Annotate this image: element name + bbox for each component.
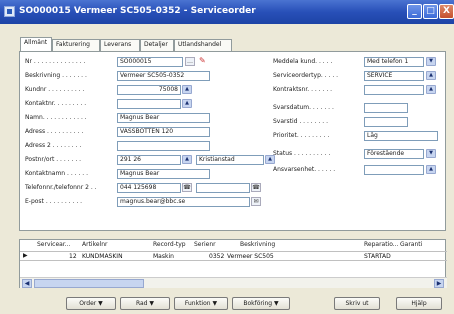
assist-edit-icon[interactable]: … (185, 57, 195, 66)
column-header[interactable]: Garanti (400, 241, 422, 248)
ansvarsenhet-label: Ansvarsenhet. . . . . . (273, 166, 336, 173)
postnr-label: Postnr/ort . . . . . . . (25, 156, 82, 163)
kundnr-lookup-button[interactable]: ▲ (182, 85, 192, 94)
kontaktnamn-field[interactable]: Magnus Bear (117, 169, 210, 179)
table-cell[interactable]: STARTAD (364, 253, 391, 260)
window-title: SO000015 Vermeer SC505-0352 - Serviceord… (19, 6, 256, 16)
svarstid-field[interactable] (364, 117, 408, 127)
email-icon[interactable]: ✉ (251, 197, 261, 206)
namn-label: Namn. . . . . . . . . . . . (25, 114, 87, 121)
table-cell[interactable]: 12 (69, 253, 77, 260)
close-button[interactable]: X (439, 4, 454, 19)
serviceordertyp-field[interactable]: SERVICE (364, 71, 424, 81)
telefon-label: Telefonnr./telefonnr 2 . . (25, 184, 97, 191)
skriv-ut-button[interactable]: Skriv ut (334, 297, 380, 310)
svarsdatum-field[interactable] (364, 103, 408, 113)
kontaktnr-label: Kontaktnr. . . . . . . . . (25, 100, 87, 107)
kontraktsnr-field[interactable] (364, 85, 424, 95)
svarsdatum-label: Svarsdatum. . . . . . . (273, 104, 334, 111)
ansvarsenhet-lookup-button[interactable]: ▲ (426, 165, 436, 174)
status-dropdown-icon[interactable]: ▼ (426, 149, 436, 158)
status-select[interactable]: Förestående (364, 149, 424, 159)
funktion-button-label: Funktion (184, 300, 211, 307)
tab-fakturering[interactable]: Fakturering (52, 39, 100, 51)
table-cell[interactable]: Vermeer SC505 (227, 253, 274, 260)
prioritet-field[interactable]: Låg (364, 131, 438, 141)
service-order-window: SO000015 Vermeer SC505-0352 - Serviceord… (0, 0, 454, 314)
telefon-field[interactable]: 044 125698 (117, 183, 181, 193)
column-header[interactable]: Serienr (194, 241, 216, 248)
svarstid-label: Svarstid . . . . . . . . (273, 118, 328, 125)
pencil-icon[interactable]: ✎ (199, 56, 207, 66)
order-button-label: Order (79, 300, 97, 307)
serviceordertyp-lookup-button[interactable]: ▲ (426, 71, 436, 80)
beskrivning-field[interactable]: Vermeer SC505-0352 (117, 71, 210, 81)
rad-menu-button[interactable]: Rad ▼ (120, 297, 170, 310)
tab-utlandshandel[interactable]: Utlandshandel (174, 39, 232, 51)
column-header[interactable]: Artikelnr (82, 241, 107, 248)
adress-field[interactable]: VASSBOTTEN 120 (117, 127, 210, 137)
table-cell[interactable]: Maskin (153, 253, 174, 260)
funktion-menu-button[interactable]: Funktion ▼ (174, 297, 228, 310)
scroll-left-icon[interactable]: ◀ (22, 279, 32, 288)
meddela-kund-dropdown-icon[interactable]: ▼ (426, 57, 436, 66)
title-bar[interactable]: SO000015 Vermeer SC505-0352 - Serviceord… (0, 0, 454, 24)
ansvarsenhet-field[interactable] (364, 165, 424, 175)
meddela-kund-select[interactable]: Med telefon 1 (364, 57, 424, 67)
row-pointer-icon: ▶ (23, 252, 28, 259)
kontaktnr-lookup-button[interactable]: ▲ (182, 99, 192, 108)
bokforing-menu-button[interactable]: Bokföring ▼ (232, 297, 290, 310)
adress2-field[interactable] (117, 141, 210, 151)
epost-label: E-post . . . . . . . . . . (25, 198, 83, 205)
scroll-right-icon[interactable]: ▶ (434, 279, 444, 288)
table-cell[interactable]: 0352 (209, 253, 224, 260)
minimize-button[interactable]: _ (407, 4, 422, 19)
tab-leverans[interactable]: Leverans (100, 39, 140, 51)
scroll-thumb[interactable] (34, 279, 144, 288)
service-lines-grid: Servicear... Artikelnr Record-typ Serien… (19, 239, 447, 288)
rad-button-label: Rad (135, 300, 148, 307)
maximize-button[interactable]: □ (423, 4, 438, 19)
phone2-dial-icon[interactable]: ☎ (251, 183, 261, 192)
horizontal-scrollbar[interactable]: ◀ ▶ (20, 277, 447, 288)
kontraktsnr-label: Kontraktsnr. . . . . . . (273, 86, 333, 93)
general-tab-panel: Nr . . . . . . . . . . . . . . SO000015 … (19, 51, 446, 231)
phone-dial-icon[interactable]: ☎ (182, 183, 192, 192)
table-cell[interactable]: KUNDMASKIN (82, 253, 123, 260)
order-menu-button[interactable]: Order ▼ (66, 297, 116, 310)
hjalp-button[interactable]: Hjälp (396, 297, 442, 310)
column-header[interactable]: Reparatio... (364, 241, 399, 248)
bokforing-button-label: Bokföring (243, 300, 273, 307)
kontaktnamn-label: Kontaktnamn . . . . . . (25, 170, 88, 177)
nr-label: Nr . . . . . . . . . . . . . . (25, 58, 86, 65)
adress-label: Adress . . . . . . . . . . (25, 128, 84, 135)
column-header[interactable]: Beskrivning (240, 241, 275, 248)
status-label: Status . . . . . . . . . . (273, 150, 331, 157)
nr-field[interactable]: SO000015 (117, 57, 183, 67)
telefon2-field[interactable] (196, 183, 250, 193)
kundnr-field[interactable]: 75008 (117, 85, 181, 95)
postnr-lookup-button[interactable]: ▲ (182, 155, 192, 164)
column-header[interactable]: Record-typ (153, 241, 186, 248)
meddela-kund-label: Meddela kund. . . . . (273, 58, 333, 65)
epost-field[interactable]: magnus.bear@bbc.se (117, 197, 250, 207)
tab-allmant[interactable]: Allmänt (20, 37, 52, 51)
adress2-label: Adress 2 . . . . . . . . (25, 142, 82, 149)
kontaktnr-field[interactable] (117, 99, 181, 109)
serviceordertyp-label: Serviceordertyp. . . . . (273, 72, 339, 79)
postnr-field[interactable]: 291 26 (117, 155, 181, 165)
ort-field[interactable]: Kristianstad (196, 155, 264, 165)
namn-field[interactable]: Magnus Bear (117, 113, 210, 123)
app-icon (4, 6, 15, 17)
beskrivning-label: Beskrivning . . . . . . . (25, 72, 87, 79)
column-header[interactable]: Servicear... (37, 241, 71, 248)
prioritet-label: Prioritet. . . . . . . . . (273, 132, 330, 139)
tab-detaljer[interactable]: Detaljer (140, 39, 174, 51)
kontraktsnr-lookup-button[interactable]: ▲ (426, 85, 436, 94)
kundnr-label: Kundnr . . . . . . . . . . (25, 86, 85, 93)
